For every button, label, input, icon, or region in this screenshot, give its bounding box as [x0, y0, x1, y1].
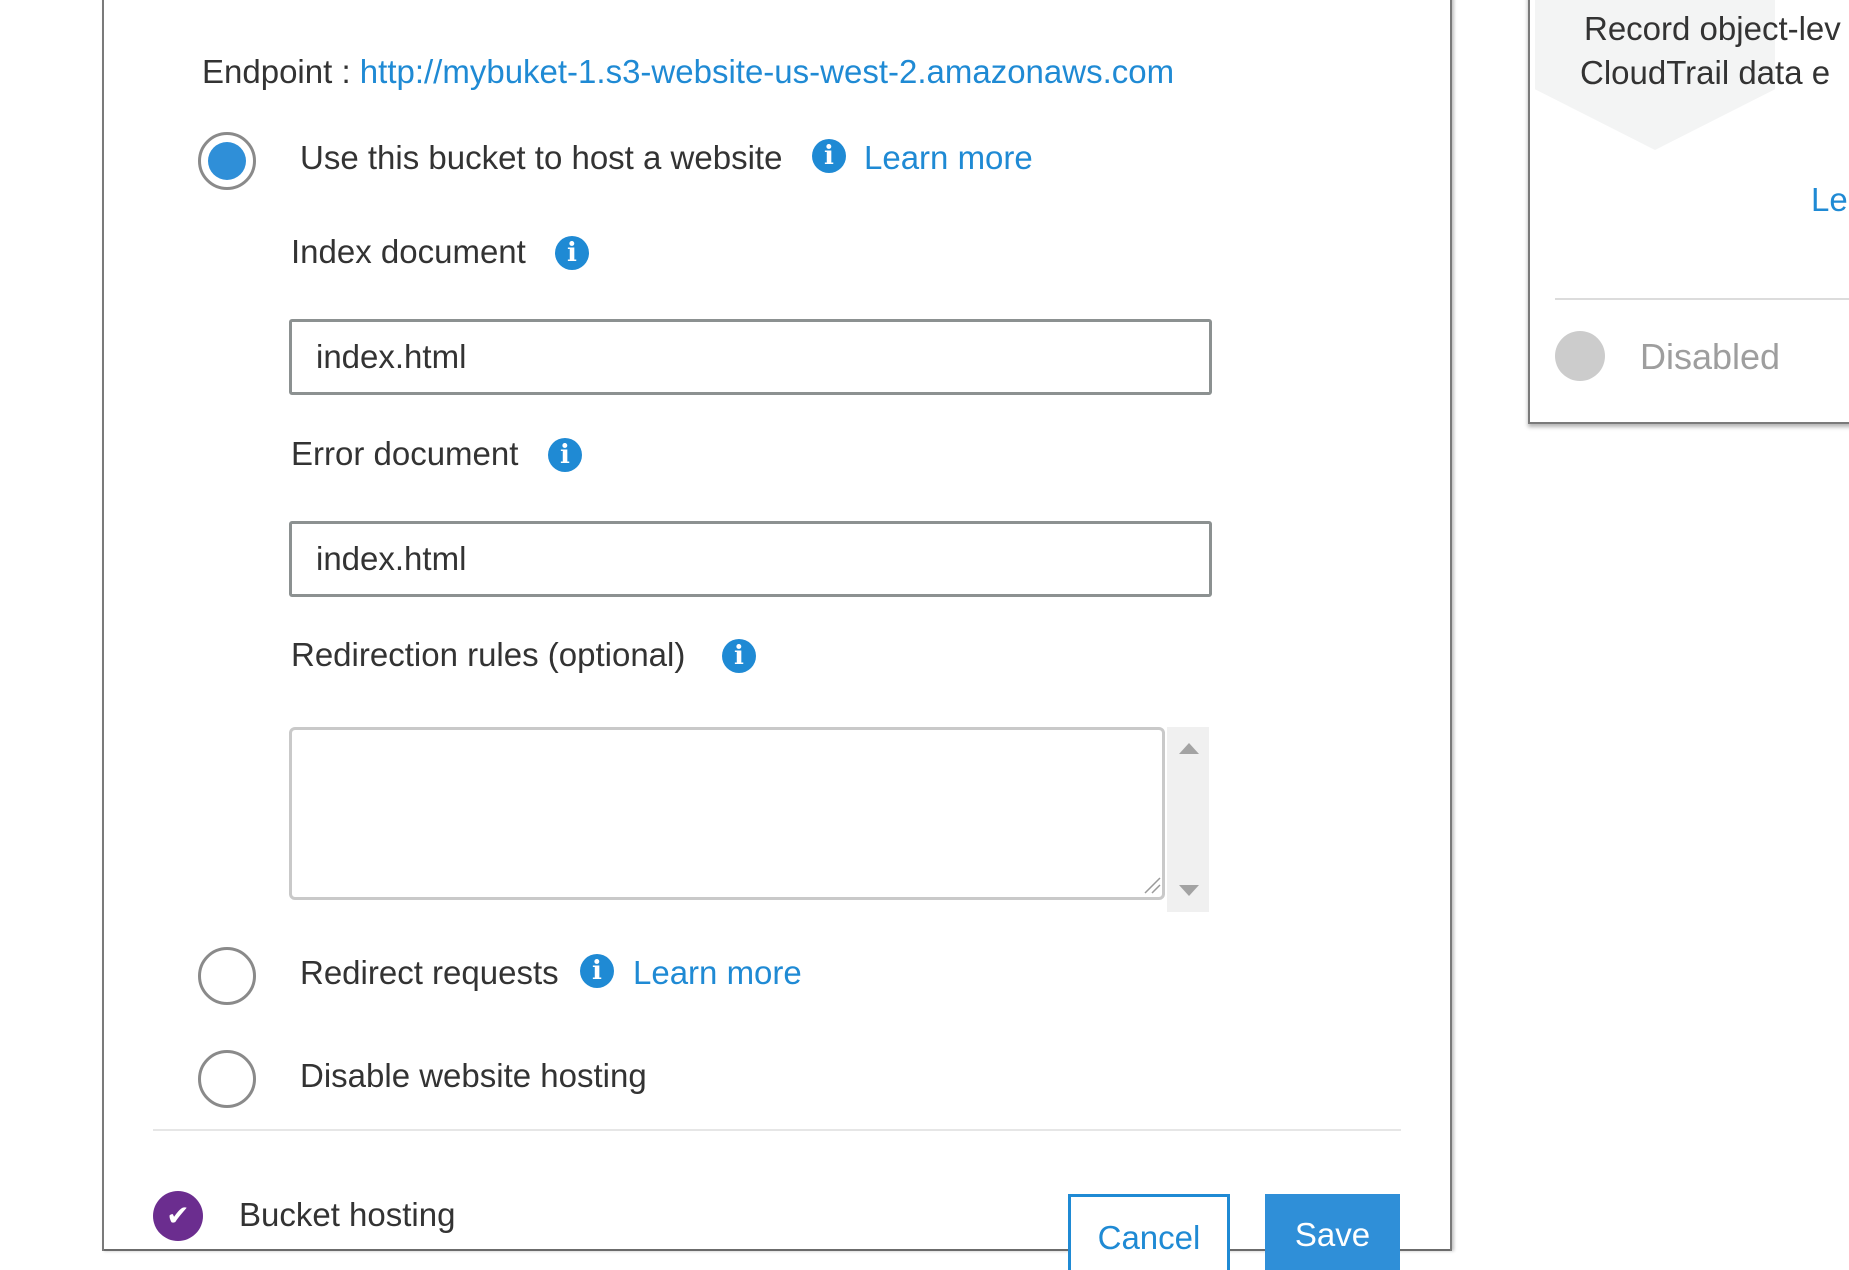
index-document-input[interactable]	[289, 319, 1212, 395]
endpoint-row: Endpoint : http://mybuket-1.s3-website-u…	[202, 52, 1174, 92]
card-description-line-2: CloudTrail data e	[1580, 54, 1831, 91]
disable-hosting-label: Disable website hosting	[300, 1057, 647, 1094]
card-divider	[1555, 298, 1849, 300]
footer-divider	[153, 1129, 1401, 1131]
info-icon[interactable]: i	[812, 139, 846, 173]
bucket-hosting-status: Bucket hosting	[239, 1196, 456, 1233]
textarea-scrollbar[interactable]	[1167, 727, 1209, 912]
card-status-label: Disabled	[1640, 336, 1781, 377]
resize-grip-icon[interactable]	[1141, 874, 1161, 894]
redirect-learn-more-link[interactable]: Learn more	[633, 953, 802, 993]
redirect-requests-radio[interactable]	[198, 947, 256, 1005]
redirection-rules-label: Redirection rules (optional)	[291, 636, 686, 673]
save-button[interactable]: Save	[1265, 1194, 1400, 1270]
endpoint-link[interactable]: http://mybuket-1.s3-website-us-west-2.am…	[360, 53, 1174, 90]
disabled-status-icon	[1555, 331, 1605, 381]
disable-hosting-radio[interactable]	[198, 1050, 256, 1108]
check-icon: ✔	[153, 1191, 203, 1241]
index-document-label: Index document	[291, 233, 526, 270]
scroll-down-arrow-icon[interactable]	[1179, 885, 1199, 896]
info-icon[interactable]: i	[555, 236, 589, 270]
cancel-button[interactable]: Cancel	[1068, 1194, 1230, 1270]
error-document-label: Error document	[291, 435, 519, 472]
host-website-label: Use this bucket to host a website	[300, 139, 783, 176]
redirection-rules-textarea[interactable]	[289, 727, 1165, 900]
card-description-line-1: Record object-lev	[1584, 10, 1841, 47]
scroll-up-arrow-icon[interactable]	[1179, 743, 1199, 754]
card-learn-more-link[interactable]: Le	[1811, 180, 1848, 220]
host-learn-more-link[interactable]: Learn more	[864, 138, 1033, 178]
info-icon[interactable]: i	[580, 954, 614, 988]
endpoint-label: Endpoint :	[202, 53, 351, 90]
error-document-input[interactable]	[289, 521, 1212, 597]
host-website-radio[interactable]	[198, 132, 256, 190]
redirect-requests-label: Redirect requests	[300, 954, 559, 991]
info-icon[interactable]: i	[548, 438, 582, 472]
info-icon[interactable]: i	[722, 639, 756, 673]
